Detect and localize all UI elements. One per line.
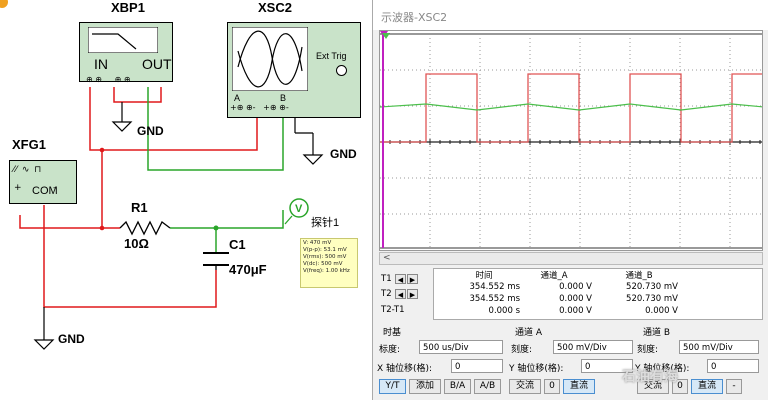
x-position-field[interactable]: 0 <box>451 359 503 373</box>
channel-a-ac-button[interactable]: 交流 <box>509 379 541 394</box>
x-position-label: X 轴位移(格): <box>377 364 433 374</box>
svg-text:V: V <box>295 203 303 215</box>
scope-title: 示波器-XSC2 <box>381 11 448 24</box>
channel-b-scale-label: 刻度: <box>637 345 659 355</box>
t2-right-arrow-icon[interactable]: ▶ <box>407 289 418 299</box>
channel-b-minus-button[interactable]: - <box>726 379 742 394</box>
channel-b-dc-button[interactable]: 直流 <box>691 379 723 394</box>
scope-display[interactable] <box>379 30 763 251</box>
oscilloscope-xsc2[interactable]: Ext Trig A B +⊕ ⊕- +⊕ ⊕- <box>227 22 361 118</box>
scroll-left-arrow[interactable]: < <box>383 253 391 263</box>
row2-channel-b: 520.730 mV <box>626 294 678 304</box>
c1-name-label: C1 <box>229 237 246 252</box>
xbp1-label: XBP1 <box>111 0 145 15</box>
gnd-label-3: GND <box>58 332 85 346</box>
capacitor-c1-symbol[interactable] <box>203 252 229 266</box>
row1-channel-b: 520.730 mV <box>626 282 678 292</box>
xbp1-out-label: OUT <box>142 56 172 72</box>
probe-reading: V(p-p): 53.1 mV <box>303 247 347 253</box>
cursor-readout-panel: T1 ◀ ▶ T2 ◀ ▶ T2-T1 时间 通道_A 通道_B 354.552… <box>379 268 763 320</box>
t1-left-arrow-icon[interactable]: ◀ <box>395 274 406 284</box>
t2-label: T2 <box>381 289 392 299</box>
channel-a-dc-button[interactable]: 直流 <box>563 379 595 394</box>
probe-reading: V: 470 mV <box>303 240 332 246</box>
xbp1-terminals: ⊕ ⊕ ⊕ ⊕ <box>86 75 131 84</box>
xbp1-in-label: IN <box>94 56 108 72</box>
row3-time: 0.000 s <box>488 306 520 316</box>
xsc2-label: XSC2 <box>258 0 292 15</box>
junction-dot-c1 <box>213 225 219 231</box>
timebase-scale-field[interactable]: 500 us/Div <box>419 340 503 354</box>
gnd-label-2: GND <box>330 147 357 161</box>
watermark-text: 石油有海 <box>622 369 678 385</box>
row3-channel-a: 0.000 V <box>559 306 592 316</box>
yt-mode-button[interactable]: Y/T <box>379 379 406 394</box>
channel-b-label: B <box>280 93 287 103</box>
channel-a-group-title: 通道 A <box>515 328 543 338</box>
channel-a-label: A <box>234 93 241 103</box>
function-generator-xfg1[interactable]: ⁄⁄ ∿ ⊓ COM + - <box>9 160 77 204</box>
add-mode-button[interactable]: 添加 <box>409 379 441 394</box>
scope-traces <box>380 31 762 250</box>
probe-reading: V(rms): 500 mV <box>303 254 347 260</box>
channel-a-zero-button[interactable]: 0 <box>544 379 560 394</box>
scope-horizontal-scrollbar[interactable]: < <box>379 252 763 265</box>
gnd-label-1: GND <box>137 124 164 138</box>
channel-b-scale-field[interactable]: 500 mV/Div <box>679 340 759 354</box>
r1-value-label: 10Ω <box>124 236 149 251</box>
resistor-r1-symbol[interactable] <box>119 220 171 236</box>
row1-channel-a: 0.000 V <box>559 282 592 292</box>
xfg1-label: XFG1 <box>12 137 46 152</box>
ground-symbols <box>33 102 324 350</box>
channel-a-ypos-label: Y 轴位移(格): <box>509 364 564 374</box>
probe-readout: V: 470 mV V(p-p): 53.1 mV V(rms): 500 mV… <box>300 238 358 288</box>
channel-a-scale-field[interactable]: 500 mV/Div <box>553 340 633 354</box>
bode-plotter-xbp1[interactable]: IN OUT ⊕ ⊕ ⊕ ⊕ <box>79 22 173 84</box>
row1-time: 354.552 ms <box>469 282 520 292</box>
col-header-channel-b: 通道_B <box>625 271 653 281</box>
row2-channel-a: 0.000 V <box>559 294 592 304</box>
oscilloscope-window: 示波器-XSC2 < T1 ◀ ▶ T2 ◀ ▶ T2-T1 时间 通道_A 通… <box>372 0 768 400</box>
col-header-channel-a: 通道_A <box>540 271 568 281</box>
t1-right-arrow-icon[interactable]: ▶ <box>407 274 418 284</box>
probe-reading: V(freq): 1.00 kHz <box>303 268 350 274</box>
corner-marker <box>0 0 8 8</box>
bode-plot-icon <box>88 27 158 53</box>
schematic-canvas[interactable]: V XBP1 IN OUT ⊕ ⊕ ⊕ ⊕ XSC2 Ext Trig A B … <box>0 0 372 400</box>
xsc2-terminals: +⊕ ⊕- +⊕ ⊕- <box>230 103 289 112</box>
scope-title-bar[interactable]: 示波器-XSC2 <box>373 0 768 30</box>
row3-channel-b: 0.000 V <box>645 306 678 316</box>
xfg1-terminals: + - <box>14 183 57 193</box>
cursor-value-table: 时间 通道_A 通道_B 354.552 ms 0.000 V 520.730 … <box>433 268 763 320</box>
channel-a-scale-label: 刻度: <box>511 345 533 355</box>
ab-mode-button[interactable]: A/B <box>474 379 501 394</box>
t2-left-arrow-icon[interactable]: ◀ <box>395 289 406 299</box>
waveform-select-icons[interactable]: ⁄⁄ ∿ ⊓ <box>13 165 42 175</box>
channel-b-ypos-field[interactable]: 0 <box>707 359 759 373</box>
col-header-time: 时间 <box>475 271 493 281</box>
oscilloscope-screen-icon <box>232 27 308 91</box>
ext-trig-terminal[interactable] <box>336 65 347 76</box>
ext-trig-label: Ext Trig <box>316 51 347 61</box>
t1-label: T1 <box>381 274 392 284</box>
c1-value-label: 470μF <box>229 262 267 277</box>
ba-mode-button[interactable]: B/A <box>444 379 471 394</box>
probe-name-label: 探针1 <box>311 217 340 229</box>
probe-reading: V(dc): 500 mV <box>303 261 343 267</box>
timebase-scale-label: 标度: <box>379 345 401 355</box>
r1-name-label: R1 <box>131 200 148 215</box>
t2t1-label: T2-T1 <box>381 305 405 315</box>
timebase-group-title: 时基 <box>383 328 402 338</box>
channel-b-group-title: 通道 B <box>643 328 671 338</box>
row2-time: 354.552 ms <box>469 294 520 304</box>
